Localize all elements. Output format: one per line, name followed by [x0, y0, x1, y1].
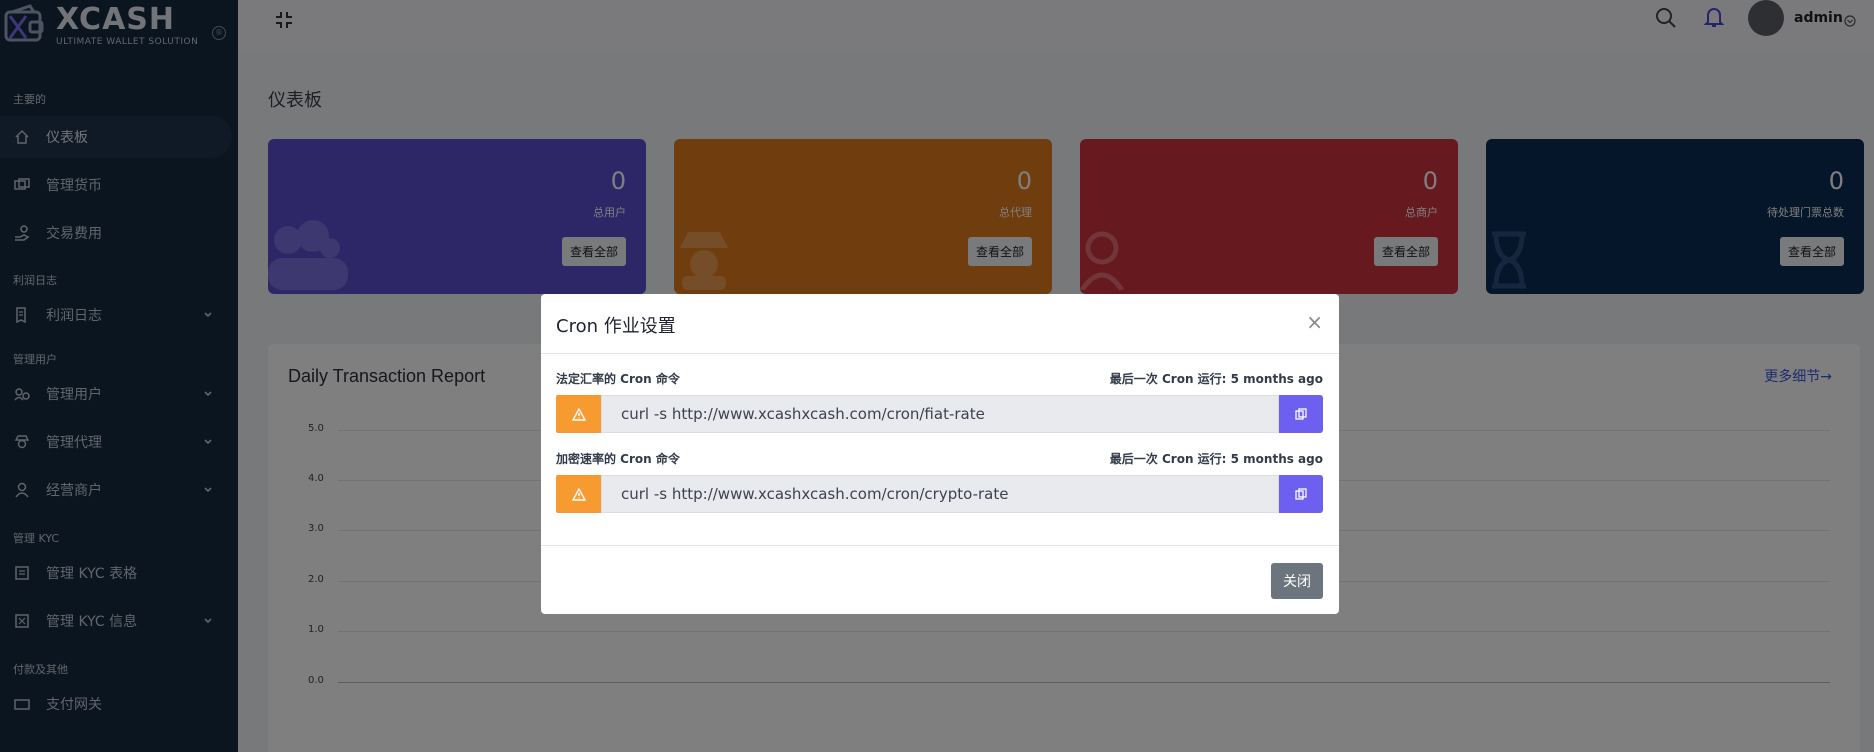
cron-label: 加密速率的 Cron 命令 [556, 452, 680, 466]
cron-settings-modal: Cron 作业设置 × 法定汇率的 Cron 命令 最后一次 Cron 运行: … [541, 294, 1339, 614]
modal-footer [541, 545, 1339, 546]
cron-command-field[interactable]: curl -s http://www.xcashxcash.com/cron/f… [601, 395, 1279, 433]
cron-command-field[interactable]: curl -s http://www.xcashxcash.com/cron/c… [601, 475, 1279, 513]
close-button[interactable]: 关闭 [1271, 563, 1323, 599]
copy-button[interactable] [1279, 475, 1323, 513]
copy-icon [1295, 485, 1307, 504]
last-run-label: 最后一次 Cron 运行: 5 months ago [1109, 452, 1323, 466]
copy-icon [1295, 405, 1307, 424]
modal-title: Cron 作业设置 [556, 316, 676, 337]
close-icon[interactable]: × [1306, 310, 1323, 334]
copy-button[interactable] [1279, 395, 1323, 433]
warning-icon [556, 395, 601, 433]
cron-command-group: curl -s http://www.xcashxcash.com/cron/c… [556, 475, 1323, 513]
warning-icon [556, 475, 601, 513]
cron-row-header: 加密速率的 Cron 命令 最后一次 Cron 运行: 5 months ago [556, 450, 1323, 467]
last-run-label: 最后一次 Cron 运行: 5 months ago [1109, 372, 1323, 386]
cron-command-group: curl -s http://www.xcashxcash.com/cron/f… [556, 395, 1323, 433]
modal-header: Cron 作业设置 × [541, 294, 1339, 354]
cron-label: 法定汇率的 Cron 命令 [556, 372, 680, 386]
cron-row-header: 法定汇率的 Cron 命令 最后一次 Cron 运行: 5 months ago [556, 370, 1323, 387]
